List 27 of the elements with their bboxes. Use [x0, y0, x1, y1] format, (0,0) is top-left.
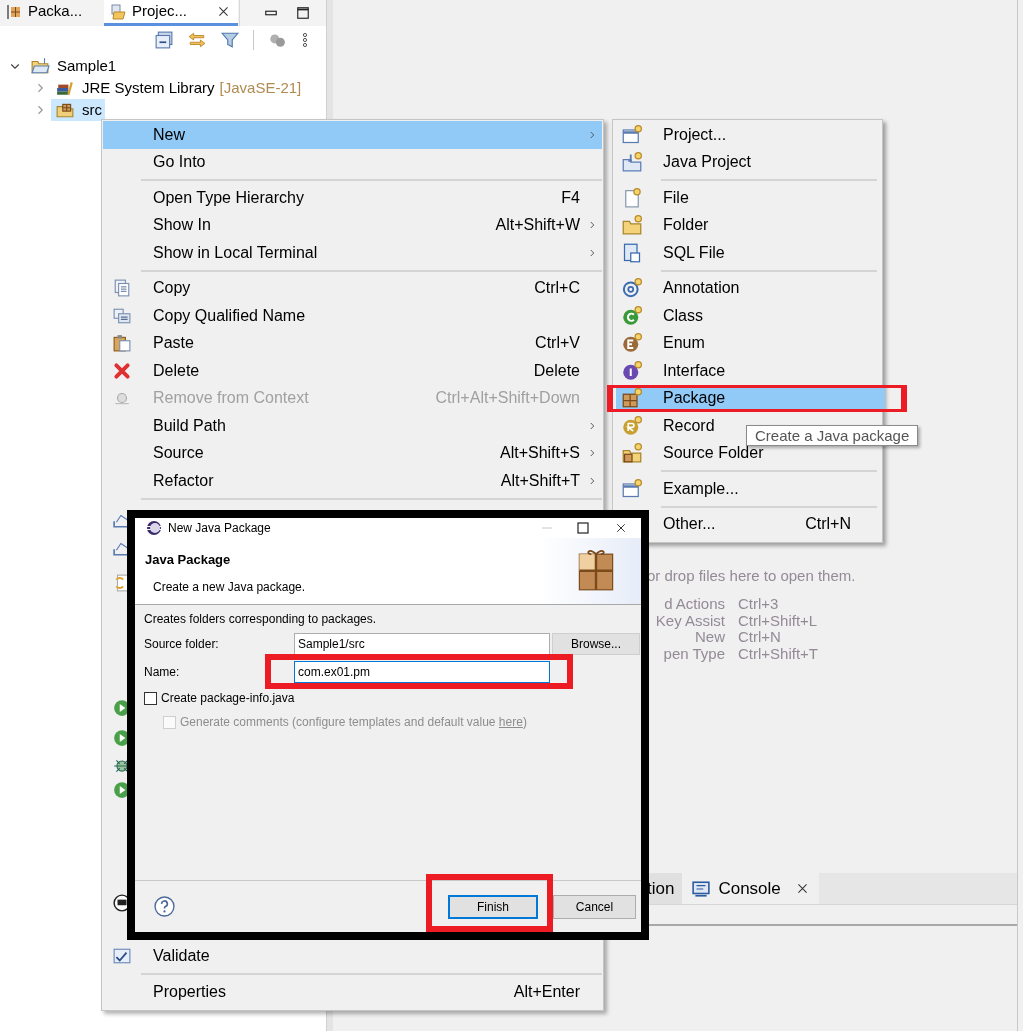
- shortcut-text: Delete: [533, 360, 581, 381]
- action-label: d Actions: [663, 596, 725, 613]
- tooltip: Create a Java package: [746, 425, 919, 446]
- checkbox-label: Create package-info.java: [161, 690, 295, 707]
- action-label: New: [694, 629, 725, 646]
- dialog-heading: Java Package: [145, 551, 232, 569]
- shortcut-text: F4: [561, 187, 581, 208]
- shortcut-text: Alt+Enter: [513, 981, 581, 1002]
- action-label: pen Type: [662, 645, 725, 662]
- shortcut-text: Ctrl+V: [535, 333, 581, 354]
- shortcut-text: Ctrl+N: [738, 629, 782, 646]
- checkbox-label: Generate comments (configure templates and default value here): [180, 714, 527, 731]
- window-title: New Java Package: [168, 520, 271, 537]
- field-label: Name:: [144, 664, 181, 681]
- shortcut-text: Ctrl+Shift+T: [738, 645, 819, 662]
- shortcut-text: Ctrl+C: [534, 278, 581, 299]
- shortcut-text: Ctrl+3: [738, 596, 780, 613]
- shortcut-text: Alt+Shift+T: [500, 470, 581, 491]
- action-label: Key Assist: [654, 612, 725, 629]
- shortcut-text: Alt+Shift+W: [495, 215, 581, 236]
- dialog-description: Create a new Java package.: [152, 578, 306, 596]
- shortcut-text: Ctrl+Shift+L: [738, 612, 819, 629]
- field-label: Source folder:: [144, 636, 220, 653]
- intro-text: Creates folders corresponding to packages.: [144, 611, 378, 627]
- shortcut-text: Alt+Shift+S: [499, 443, 581, 464]
- shortcut-text: Ctrl+Alt+Shift+Down: [435, 388, 581, 409]
- shortcut-text: Ctrl+N: [805, 514, 852, 535]
